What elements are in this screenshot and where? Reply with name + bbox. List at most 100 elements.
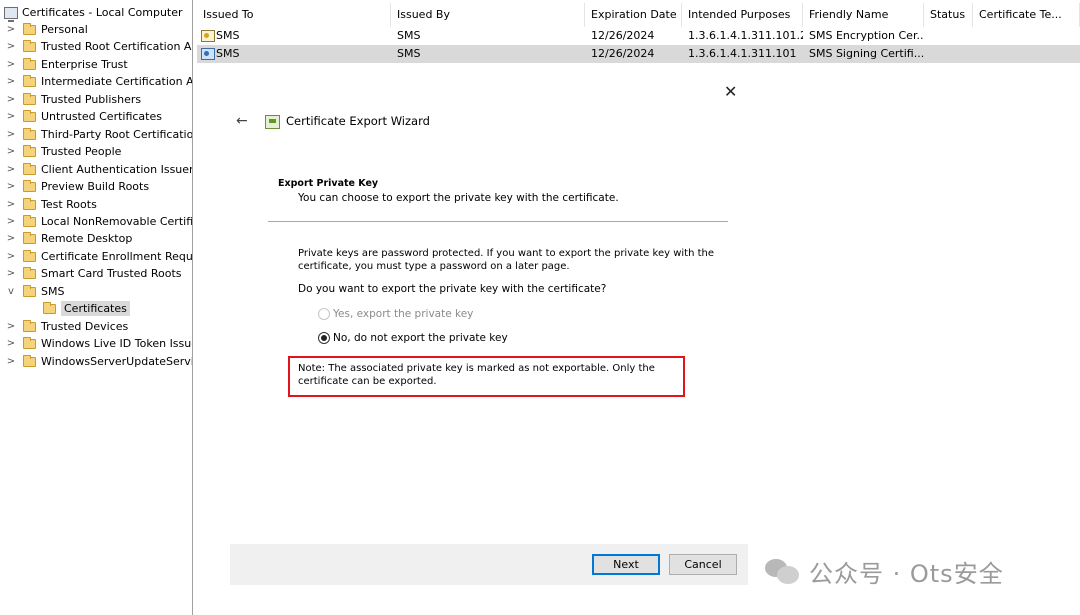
wizard-footer: Next Cancel (230, 544, 748, 585)
tree-item[interactable]: > Test Roots (0, 196, 97, 213)
chevron-right-icon[interactable]: > (5, 94, 17, 105)
issued-to-text: SMS (216, 29, 240, 42)
cancel-button[interactable]: Cancel (669, 554, 737, 575)
column-header-status[interactable]: Status (924, 3, 973, 27)
chevron-right-icon[interactable]: > (5, 181, 17, 192)
cell-issued-by: SMS (397, 29, 421, 42)
folder-icon (23, 266, 36, 279)
chevron-right-icon[interactable]: > (5, 41, 17, 52)
chevron-right-icon[interactable]: > (5, 164, 17, 175)
chevron-right-icon[interactable]: > (5, 199, 17, 210)
folder-icon (23, 319, 36, 332)
tree-item-label: Windows Live ID Token Issuer (41, 337, 193, 350)
tree-item[interactable]: > Trusted Publishers (0, 91, 141, 108)
folder-icon (43, 301, 56, 314)
tree-item-label: Trusted Publishers (41, 93, 142, 106)
folder-icon (23, 336, 36, 349)
tree-item-label: Untrusted Certificates (41, 110, 162, 123)
tree-item[interactable]: > Windows Live ID Token Issuer (0, 335, 193, 352)
chevron-right-icon[interactable]: > (5, 338, 17, 349)
tree-item-label: Intermediate Certification Au (41, 75, 193, 88)
column-header-issued-by[interactable]: Issued By (391, 3, 585, 27)
issued-to-text: SMS (216, 47, 240, 60)
folder-icon (23, 179, 36, 192)
column-header-certificate-template[interactable]: Certificate Te... (973, 3, 1080, 27)
chevron-right-icon[interactable]: > (5, 59, 17, 70)
chevron-right-icon[interactable]: > (5, 268, 17, 279)
chevron-down-icon[interactable]: v (5, 286, 17, 297)
folder-icon (23, 127, 36, 140)
radio-button-no[interactable] (318, 332, 330, 344)
tree-item[interactable]: > Enterprise Trust (0, 56, 128, 73)
tree-item-label: Personal (41, 23, 88, 36)
column-header-friendly-name[interactable]: Friendly Name (803, 3, 924, 27)
list-header: ^ Issued To Issued By Expiration Date In… (197, 0, 1080, 27)
chevron-right-icon[interactable]: > (5, 321, 17, 332)
tree-item[interactable]: > Trusted People (0, 143, 121, 160)
next-button[interactable]: Next (592, 554, 660, 575)
tree-item-label: Remote Desktop (41, 232, 133, 245)
tree-item[interactable]: > WindowsServerUpdateService (0, 353, 193, 370)
chevron-right-icon[interactable]: > (5, 216, 17, 227)
tree-item[interactable]: > Trusted Root Certification Au (0, 38, 192, 55)
certificate-key-icon (201, 48, 215, 60)
cell-expiration: 12/26/2024 (591, 29, 655, 42)
tree-root[interactable]: Certificates - Local Computer (4, 4, 183, 22)
cell-friendly-name: SMS Encryption Cer... (809, 29, 924, 42)
tree-item[interactable]: > Trusted Devices (0, 318, 128, 335)
chevron-right-icon[interactable]: > (5, 233, 17, 244)
tree-item[interactable]: > Client Authentication Issuers (0, 161, 193, 178)
tree-item[interactable]: > Local NonRemovable Certific (0, 213, 193, 230)
tree-item[interactable]: > Third-Party Root Certification (0, 126, 192, 143)
table-row[interactable]: SMS SMS 12/26/2024 1.3.6.1.4.1.311.101.2… (197, 27, 1080, 45)
tree-item-label: Preview Build Roots (41, 180, 150, 193)
tree-item-label: Test Roots (41, 198, 97, 211)
tree-item[interactable]: > Untrusted Certificates (0, 108, 162, 125)
table-row[interactable]: SMS SMS 12/26/2024 1.3.6.1.4.1.311.101 S… (197, 45, 1080, 63)
tree-item[interactable]: > Certificate Enrollment Reques (0, 248, 192, 265)
column-header-intended-purposes[interactable]: Intended Purposes (682, 3, 803, 27)
cell-issued-to: SMS (197, 27, 391, 45)
back-arrow-icon[interactable]: ← (236, 113, 248, 129)
tree-item-label: Local NonRemovable Certific (41, 215, 193, 228)
tree-item[interactable]: v SMS (0, 283, 64, 300)
folder-icon (23, 162, 36, 175)
certificate-list: ^ Issued To Issued By Expiration Date In… (197, 0, 1080, 66)
tree-item[interactable]: Certificates (20, 300, 130, 317)
column-header-issued-to[interactable]: Issued To (197, 3, 391, 27)
export-question: Do you want to export the private key wi… (298, 283, 607, 295)
tree-item-label: Smart Card Trusted Roots (41, 267, 182, 280)
private-key-description: Private keys are password protected. If … (298, 248, 714, 272)
folder-icon (23, 214, 36, 227)
folder-icon (23, 249, 36, 262)
cell-purposes: 1.3.6.1.4.1.311.101 (688, 47, 797, 60)
chevron-right-icon[interactable]: > (5, 76, 17, 87)
wizard-certificate-icon (265, 115, 280, 129)
chevron-right-icon[interactable]: > (5, 129, 17, 140)
tree-item-label: Enterprise Trust (41, 58, 128, 71)
tree-item-label: WindowsServerUpdateService (41, 355, 193, 368)
tree-item-label: Certificates (61, 301, 130, 316)
chevron-right-icon[interactable]: > (5, 24, 17, 35)
folder-icon (23, 22, 36, 35)
tree-item[interactable]: > Intermediate Certification Au (0, 73, 193, 90)
tree-item[interactable]: > Personal (0, 21, 88, 38)
chevron-right-icon[interactable]: > (5, 111, 17, 122)
folder-icon (23, 284, 36, 297)
chevron-right-icon[interactable]: > (5, 356, 17, 367)
close-icon[interactable]: ✕ (724, 82, 737, 101)
tree-item[interactable]: > Preview Build Roots (0, 178, 149, 195)
tree-item[interactable]: > Remote Desktop (0, 230, 132, 247)
watermark-text: 公众号 · Ots安全 (809, 559, 1004, 588)
column-header-expiration-date[interactable]: Expiration Date (585, 3, 682, 27)
folder-icon (23, 74, 36, 87)
tree-item-label: Client Authentication Issuers (41, 163, 193, 176)
watermark: 公众号 · Ots安全 (765, 553, 1004, 589)
tree-item[interactable]: > Smart Card Trusted Roots (0, 265, 182, 282)
chevron-right-icon[interactable]: > (5, 146, 17, 157)
tree-root-label: Certificates - Local Computer (22, 6, 183, 19)
chevron-right-icon[interactable]: > (5, 251, 17, 262)
computer-icon (4, 6, 18, 22)
radio-no-export-private-key[interactable]: No, do not export the private key (318, 330, 508, 346)
folder-icon (23, 144, 36, 157)
